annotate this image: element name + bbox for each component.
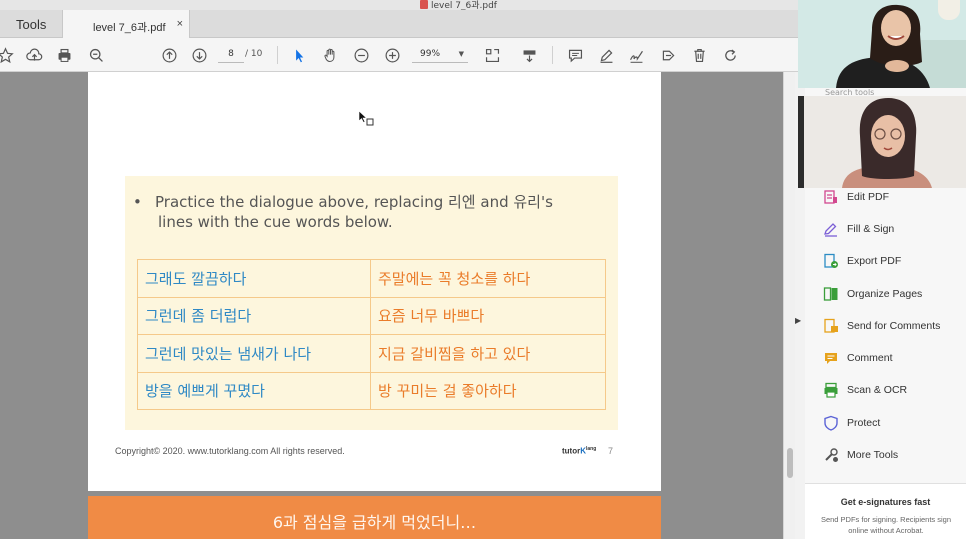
close-tab-icon[interactable]: × [177, 18, 183, 30]
next-page-title: 6과 점심을 급하게 먹었더니… [272, 513, 477, 532]
tab-tools[interactable]: Tools [0, 10, 62, 38]
next-pdf-page: 6과 점심을 급하게 먹었더니… [88, 496, 661, 539]
share-icon[interactable] [659, 46, 677, 64]
send-comments-icon [824, 318, 838, 333]
export-pdf-icon [824, 253, 838, 268]
table-row: 그런데 좀 더럽다 요즘 너무 바쁘다 [137, 296, 606, 335]
tool-more-tools[interactable]: More Tools [823, 445, 963, 465]
cue-left-cell: 그런데 좀 더럽다 [137, 296, 371, 335]
tool-label: Export PDF [847, 255, 902, 267]
brand-text-c: lang [586, 446, 597, 452]
esign-body: Send PDFs for signing. Recipients sign o… [820, 515, 952, 535]
cue-words-table: 그래도 깔끔하다 주말에는 꼭 청소를 하다 그런데 좀 더럽다 요즘 너무 바… [137, 259, 606, 410]
page-up-icon[interactable] [160, 46, 178, 64]
tool-fill-sign[interactable]: Fill & Sign [823, 219, 963, 239]
brand-text-a: tutor [562, 446, 581, 456]
cloud-upload-icon[interactable] [25, 46, 43, 64]
page-down-icon[interactable] [190, 46, 208, 64]
video-tile-participant-1 [798, 0, 966, 88]
instruction-line-2: lines with the cue words below. [158, 213, 393, 231]
scan-ocr-icon [824, 382, 838, 398]
tool-label: Organize Pages [847, 288, 923, 300]
select-cursor-icon[interactable] [290, 46, 308, 64]
fit-page-icon[interactable] [483, 46, 501, 64]
tool-protect[interactable]: Protect [823, 413, 963, 433]
zoom-minus-icon[interactable] [352, 46, 370, 64]
tool-comment[interactable]: Comment [823, 348, 963, 368]
page-number-input[interactable]: 8 [218, 47, 244, 63]
zoom-plus-icon[interactable] [383, 46, 401, 64]
zoom-value: 99% [420, 49, 441, 59]
cue-left-cell: 그래도 깔끔하다 [137, 259, 371, 298]
sign-icon[interactable] [627, 46, 645, 64]
toolbar: 8 / 10 99% ▼ [0, 38, 798, 72]
hand-icon[interactable] [321, 46, 339, 64]
cue-right-cell: 지금 갈비찜을 하고 있다 [370, 334, 606, 373]
cue-left-cell: 방을 예쁘게 꾸몄다 [137, 371, 371, 410]
table-row: 그런데 맛있는 냄새가 나다 지금 갈비찜을 하고 있다 [137, 334, 606, 373]
tool-label: Edit PDF [847, 191, 890, 203]
slide-page-number: 7 [608, 446, 614, 456]
tool-scan-ocr[interactable]: Scan & OCR [823, 380, 963, 400]
edit-pdf-icon [824, 190, 837, 204]
cue-left-cell: 그런데 맛있는 냄새가 나다 [137, 334, 371, 373]
tool-organize-pages[interactable]: Organize Pages [823, 284, 963, 304]
cue-right-cell: 주말에는 꼭 청소를 하다 [370, 259, 606, 298]
tool-edit-pdf[interactable]: Edit PDF [823, 187, 963, 207]
comment-icon[interactable] [566, 46, 584, 64]
protect-icon [824, 415, 838, 431]
more-tools-icon [825, 448, 838, 462]
vertical-scrollbar[interactable] [783, 72, 795, 539]
tab-document-label: level 7_6과.pdf [93, 22, 166, 34]
pdf-file-icon [420, 0, 428, 9]
esign-heading: Get e-signatures fast [840, 497, 931, 507]
bullet-point: • [133, 193, 142, 211]
table-row: 방을 예쁘게 꾸몄다 방 꾸미는 걸 좋아하다 [137, 371, 606, 410]
star-icon[interactable] [0, 46, 14, 64]
scrollbar-thumb[interactable] [787, 448, 793, 478]
tool-label: Protect [847, 417, 881, 429]
organize-pages-icon [823, 287, 838, 301]
practice-instructions: • Practice the dialogue above, replacing … [133, 192, 603, 232]
instruction-line-1: Practice the dialogue above, replacing 리… [155, 193, 553, 211]
video-tile-participant-2 [798, 96, 966, 188]
toolbar-divider [552, 46, 553, 64]
chevron-right-icon[interactable]: ▶ [795, 316, 801, 325]
cue-right-cell: 방 꾸미는 걸 좋아하다 [370, 371, 606, 410]
tool-export-pdf[interactable]: Export PDF [823, 251, 963, 271]
tool-label: More Tools [847, 449, 899, 461]
esignature-promo[interactable]: Get e-signatures fast Send PDFs for sign… [805, 483, 966, 539]
table-row: 그래도 깔끔하다 주말에는 꼭 청소를 하다 [137, 259, 606, 298]
print-icon[interactable] [55, 46, 73, 64]
scroll-mode-icon[interactable] [520, 46, 538, 64]
app-badge-icon [938, 0, 960, 20]
mouse-cursor-icon [358, 110, 376, 128]
highlight-pen-icon[interactable] [597, 46, 615, 64]
zoom-out-magnifier-icon[interactable] [87, 46, 105, 64]
tool-label: Scan & OCR [847, 384, 908, 396]
tool-label: Fill & Sign [847, 223, 895, 235]
tab-document[interactable]: level 7_6과.pdf × [62, 10, 190, 38]
brand-logo: tutorKlang [562, 446, 596, 456]
page-total: / 10 [245, 49, 263, 59]
tab-bar: Tools level 7_6과.pdf × [0, 10, 798, 38]
toolbar-divider [277, 46, 278, 64]
copyright-notice: Copyright© 2020. www.tutorklang.com All … [115, 446, 345, 456]
chevron-down-icon: ▼ [458, 50, 464, 58]
zoom-select[interactable]: 99% ▼ [412, 47, 468, 63]
cue-right-cell: 요즘 너무 바쁘다 [370, 296, 606, 335]
tool-label: Send for Comments [847, 320, 941, 332]
comment-icon [825, 353, 837, 364]
rotate-icon[interactable] [721, 46, 739, 64]
tool-label: Comment [847, 352, 893, 364]
delete-icon[interactable] [690, 46, 708, 64]
participant-2-video-icon [798, 96, 966, 188]
fill-sign-icon [824, 223, 837, 237]
tool-send-for-comments[interactable]: Send for Comments [823, 316, 963, 336]
